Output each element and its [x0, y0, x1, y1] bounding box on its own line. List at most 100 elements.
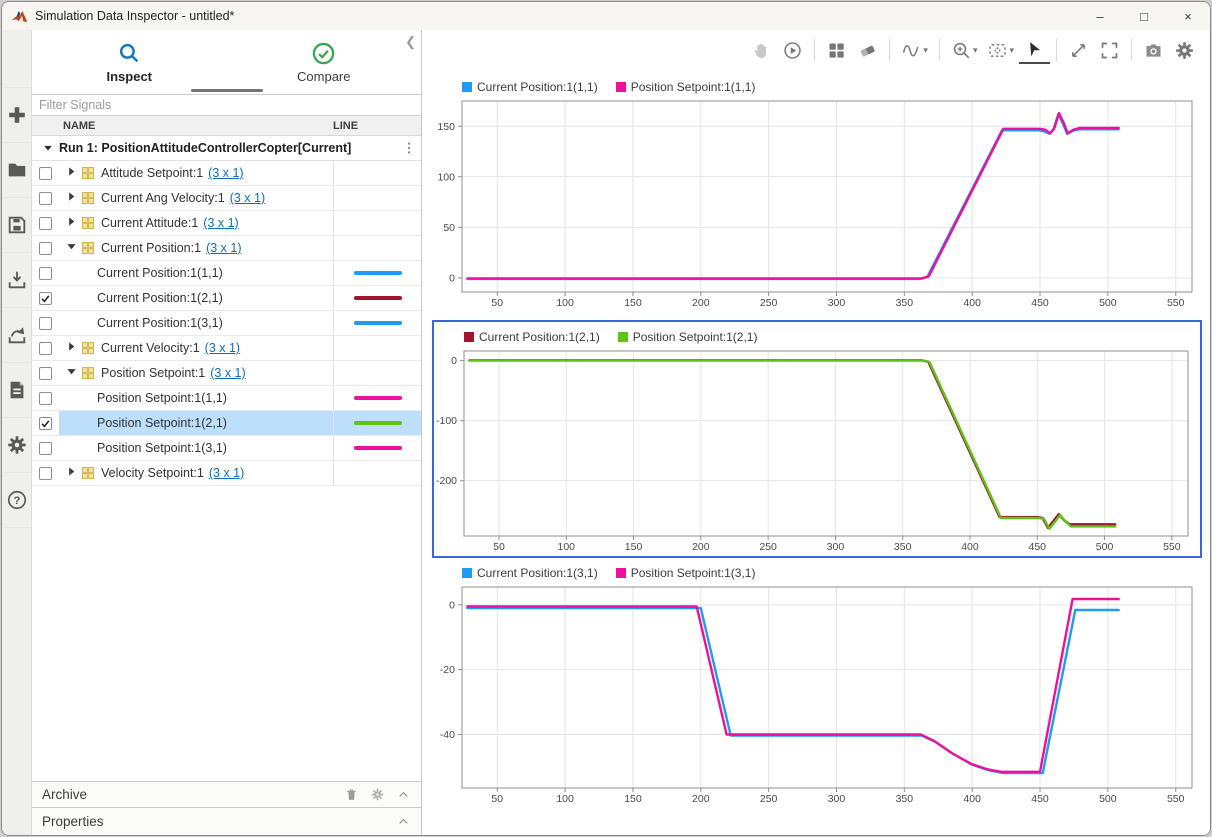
expand-tool-button[interactable] — [1063, 36, 1094, 64]
signal-row-main[interactable]: Current Velocity:1(3 x 1) — [59, 336, 333, 360]
clear-tool-button[interactable] — [852, 36, 883, 64]
settings-tool-button[interactable] — [1169, 36, 1200, 64]
trash-icon[interactable] — [344, 787, 359, 802]
signal-dims-link[interactable]: (3 x 1) — [208, 166, 243, 180]
line-style-swatch[interactable] — [354, 421, 402, 425]
fullscreen-tool-button[interactable] — [1094, 36, 1125, 64]
signal-row-main[interactable]: Position Setpoint:1(1,1) — [59, 386, 333, 410]
dropdown-caret-icon[interactable]: ▾ — [1009, 45, 1014, 56]
close-button[interactable]: × — [1166, 2, 1210, 30]
signal-checkbox[interactable] — [39, 192, 52, 205]
signal-row-main[interactable]: Position Setpoint:1(2,1) — [59, 411, 333, 435]
properties-collapse-chevron-icon[interactable] — [396, 814, 411, 829]
archive-bar[interactable]: Archive — [32, 781, 421, 807]
signal-checkbox[interactable] — [39, 317, 52, 330]
signal-row[interactable]: Position Setpoint:1(2,1) — [32, 411, 421, 436]
create-report-button[interactable] — [2, 363, 31, 418]
signal-checkbox[interactable] — [39, 242, 52, 255]
signal-checkbox[interactable] — [39, 467, 52, 480]
signal-checkbox[interactable] — [39, 292, 52, 305]
import-button[interactable] — [2, 253, 31, 308]
chart-3-block[interactable]: Current Position:1(3,1)Position Setpoint… — [432, 564, 1202, 808]
tab-inspect[interactable]: Inspect — [32, 30, 227, 94]
run-header-row[interactable]: Run 1: PositionAttitudeControllerCopter[… — [32, 136, 421, 161]
dropdown-caret-icon[interactable]: ▾ — [923, 45, 928, 56]
snapshot-tool-button[interactable] — [1138, 36, 1169, 64]
signal-row-main[interactable]: Position Setpoint:1(3,1) — [59, 436, 333, 460]
archive-settings-gear-icon[interactable] — [370, 787, 385, 802]
signal-row-main[interactable]: Velocity Setpoint:1(3 x 1) — [59, 461, 333, 485]
signal-row[interactable]: Position Setpoint:1(3,1) — [32, 436, 421, 461]
signal-checkbox[interactable] — [39, 417, 52, 430]
zoom-tool-button[interactable]: ▾ — [946, 36, 983, 64]
signal-checkbox[interactable] — [39, 217, 52, 230]
layout-tool-button[interactable] — [821, 36, 852, 64]
signal-dims-link[interactable]: (3 x 1) — [206, 241, 241, 255]
fit-tool-button[interactable]: ▾ — [982, 36, 1019, 64]
chevron-right-icon[interactable] — [65, 190, 78, 206]
help-button[interactable]: ? — [2, 473, 31, 528]
signals-tool-button[interactable]: ▾ — [896, 36, 933, 64]
chevron-down-icon[interactable] — [65, 240, 78, 256]
signal-dims-link[interactable]: (3 x 1) — [230, 191, 265, 205]
archive-collapse-chevron-icon[interactable] — [396, 787, 411, 802]
line-style-swatch[interactable] — [354, 396, 402, 400]
signal-dims-link[interactable]: (3 x 1) — [203, 216, 238, 230]
signal-row-main[interactable]: Current Position:1(1,1) — [59, 261, 333, 285]
chevron-right-icon[interactable] — [65, 465, 78, 481]
signal-group-row[interactable]: Velocity Setpoint:1(3 x 1) — [32, 461, 421, 486]
chart-2[interactable]: 501001502002503003504004505005500-100-20… — [434, 346, 1198, 556]
signal-group-row[interactable]: Current Ang Velocity:1(3 x 1) — [32, 186, 421, 211]
line-style-swatch[interactable] — [354, 271, 402, 275]
signal-row-main[interactable]: Current Position:1(3,1) — [59, 311, 333, 335]
signal-group-row[interactable]: Position Setpoint:1(3 x 1) — [32, 361, 421, 386]
signal-row-main[interactable]: Current Position:1(3 x 1) — [59, 236, 333, 260]
signal-row-main[interactable]: Attitude Setpoint:1(3 x 1) — [59, 161, 333, 185]
signal-checkbox[interactable] — [39, 267, 52, 280]
minimize-button[interactable]: – — [1078, 2, 1122, 30]
cursor-tool-button[interactable] — [1019, 36, 1050, 64]
line-style-swatch[interactable] — [354, 296, 402, 300]
open-folder-button[interactable] — [2, 143, 31, 198]
signal-row-main[interactable]: Current Position:1(2,1) — [59, 286, 333, 310]
maximize-button[interactable]: □ — [1122, 2, 1166, 30]
signal-checkbox[interactable] — [39, 342, 52, 355]
chart-1[interactable]: 5010015020025030035040045050055005010015… — [432, 96, 1202, 312]
replay-tool-button[interactable] — [777, 36, 808, 64]
signal-checkbox[interactable] — [39, 167, 52, 180]
chevron-right-icon[interactable] — [65, 215, 78, 231]
line-style-swatch[interactable] — [354, 321, 402, 325]
kebab-menu-icon[interactable] — [401, 140, 417, 156]
signal-checkbox[interactable] — [39, 442, 52, 455]
signal-dims-link[interactable]: (3 x 1) — [205, 341, 240, 355]
signal-row-main[interactable]: Position Setpoint:1(3 x 1) — [59, 361, 333, 385]
properties-bar[interactable]: Properties — [32, 807, 421, 835]
signal-group-row[interactable]: Current Attitude:1(3 x 1) — [32, 211, 421, 236]
signal-row-main[interactable]: Current Attitude:1(3 x 1) — [59, 211, 333, 235]
signal-checkbox[interactable] — [39, 392, 52, 405]
signal-row[interactable]: Position Setpoint:1(1,1) — [32, 386, 421, 411]
signal-dims-link[interactable]: (3 x 1) — [209, 466, 244, 480]
tab-compare[interactable]: Compare — [227, 30, 422, 94]
chevron-right-icon[interactable] — [65, 165, 78, 181]
signal-group-row[interactable]: Current Position:1(3 x 1) — [32, 236, 421, 261]
preferences-button[interactable] — [2, 418, 31, 473]
dropdown-caret-icon[interactable]: ▾ — [973, 45, 978, 56]
signal-dims-link[interactable]: (3 x 1) — [210, 366, 245, 380]
chart-2-block[interactable]: Current Position:1(2,1)Position Setpoint… — [434, 328, 1198, 556]
signal-group-row[interactable]: Current Velocity:1(3 x 1) — [32, 336, 421, 361]
collapse-panel-icon[interactable]: ❮ — [405, 34, 416, 50]
line-style-swatch[interactable] — [354, 446, 402, 450]
signal-checkbox[interactable] — [39, 367, 52, 380]
add-button[interactable] — [2, 88, 31, 143]
chart-1-block[interactable]: Current Position:1(1,1)Position Setpoint… — [432, 78, 1202, 312]
signal-group-row[interactable]: Attitude Setpoint:1(3 x 1) — [32, 161, 421, 186]
signal-row[interactable]: Current Position:1(3,1) — [32, 311, 421, 336]
filter-signals-input[interactable] — [32, 94, 421, 116]
export-button[interactable] — [2, 308, 31, 363]
save-button[interactable] — [2, 198, 31, 253]
chevron-down-icon[interactable] — [65, 365, 78, 381]
signal-row[interactable]: Current Position:1(2,1) — [32, 286, 421, 311]
signal-row-main[interactable]: Current Ang Velocity:1(3 x 1) — [59, 186, 333, 210]
chevron-right-icon[interactable] — [65, 340, 78, 356]
